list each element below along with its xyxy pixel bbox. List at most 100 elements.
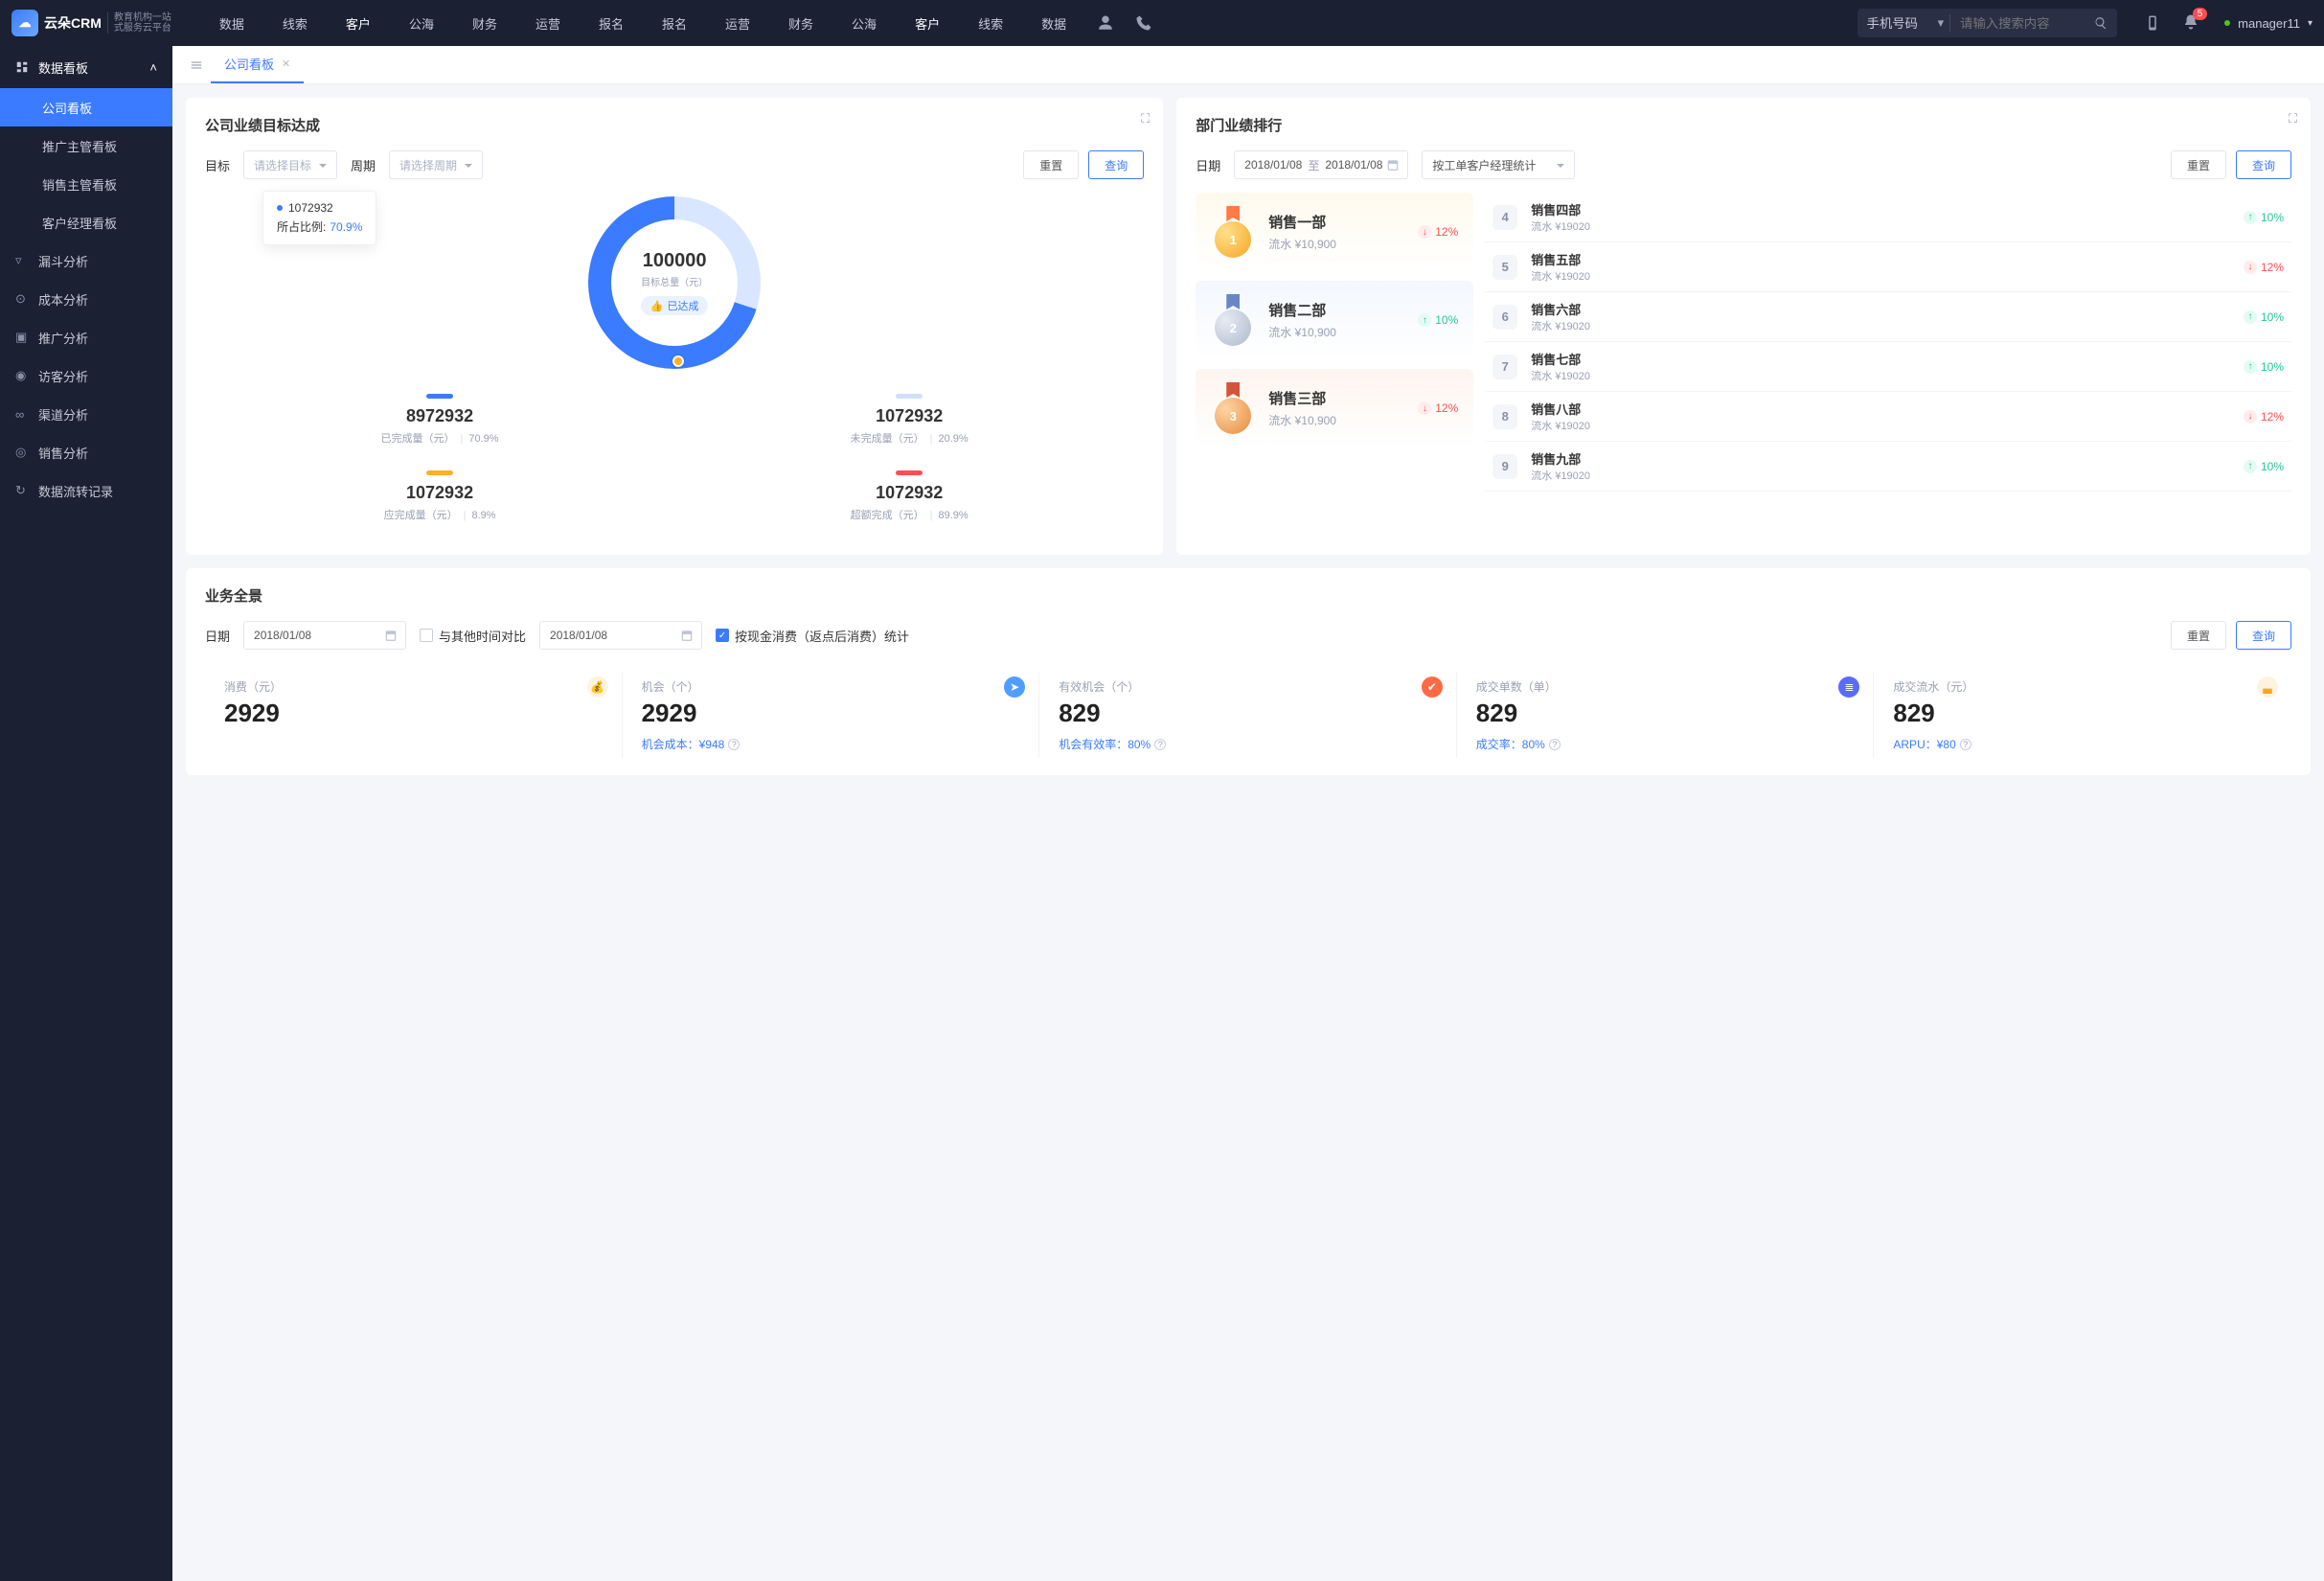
username: manager11 bbox=[2238, 16, 2300, 31]
medal-icon: 1 bbox=[1211, 206, 1255, 258]
rank-row: 8销售八部流水 ¥19020↓12% bbox=[1485, 392, 2291, 442]
nav-link[interactable]: 公海 bbox=[392, 0, 451, 46]
chevron-up-icon: ˄ bbox=[149, 60, 157, 75]
help-icon[interactable]: ? bbox=[1549, 739, 1561, 750]
arrow-up-icon: ↑ bbox=[2244, 360, 2257, 374]
sidebar-item[interactable]: ◉访客分析 bbox=[0, 356, 172, 395]
query-button[interactable]: 查询 bbox=[2236, 150, 2291, 179]
nav-link[interactable]: 数据 bbox=[1024, 0, 1083, 46]
kpi-cell: ≣成交单数（单）829成交率：80%? bbox=[1457, 673, 1875, 758]
top-extra-icons bbox=[1097, 14, 1152, 32]
card-company-target: ⛶ 公司业绩目标达成 目标 请选择目标 周期 请选择周期 重置 查询 bbox=[186, 98, 1163, 555]
donut-label: 目标总量（元） bbox=[641, 274, 708, 288]
podium-item: 3销售三部流水 ¥10,900↓12% bbox=[1196, 369, 1473, 447]
user-menu[interactable]: manager11 ▾ bbox=[2224, 16, 2313, 31]
sidebar-item[interactable]: ↻数据流转记录 bbox=[0, 471, 172, 510]
date-from-input[interactable]: 2018/01/08至2018/01/08 bbox=[1234, 150, 1408, 179]
nav-link[interactable]: 线索 bbox=[961, 0, 1020, 46]
help-icon[interactable]: ? bbox=[1960, 739, 1971, 750]
arrow-down-icon: ↓ bbox=[2244, 261, 2257, 274]
help-icon[interactable]: ? bbox=[728, 739, 740, 750]
sidebar-item[interactable]: ⊙成本分析 bbox=[0, 280, 172, 318]
query-button[interactable]: 查询 bbox=[1088, 150, 1144, 179]
sidebar-item[interactable]: ▿漏斗分析 bbox=[0, 241, 172, 280]
nav-link[interactable]: 客户 bbox=[898, 0, 957, 46]
notification-badge: 5 bbox=[2193, 8, 2208, 20]
close-icon[interactable]: ✕ bbox=[282, 57, 290, 70]
sidebar-item[interactable]: 销售主管看板 bbox=[0, 165, 172, 203]
search-button[interactable] bbox=[2085, 9, 2117, 37]
card-dept-rank: ⛶ 部门业绩排行 日期 2018/01/08至2018/01/08 按工单客户经… bbox=[1176, 98, 2311, 555]
brand-logo: ☁ 云朵CRM 教育机构一站 式服务云平台 bbox=[11, 10, 171, 36]
phone-icon[interactable] bbox=[1135, 14, 1152, 32]
help-icon[interactable]: ? bbox=[1154, 739, 1166, 750]
nav-link[interactable]: 线索 bbox=[265, 0, 325, 46]
reset-button[interactable]: 重置 bbox=[2171, 621, 2226, 650]
nav-link[interactable]: 财务 bbox=[455, 0, 514, 46]
status-dot bbox=[2224, 20, 2230, 26]
sidebar-item[interactable]: ∞渠道分析 bbox=[0, 395, 172, 433]
kpi-icon: ≣ bbox=[1838, 676, 1859, 698]
expand-icon[interactable]: ⛶ bbox=[1141, 111, 1150, 126]
nav-link[interactable]: 运营 bbox=[708, 0, 767, 46]
menu-icon: ⊙ bbox=[15, 291, 29, 307]
donut-value: 100000 bbox=[643, 250, 707, 272]
reset-button[interactable]: 重置 bbox=[1023, 150, 1079, 179]
date-input-2[interactable]: 2018/01/08 bbox=[539, 621, 702, 650]
notifications-button[interactable]: 5 bbox=[2182, 13, 2199, 34]
compare-checkbox[interactable]: 与其他时间对比 bbox=[420, 627, 526, 645]
kpi-icon: ▃ bbox=[2257, 676, 2278, 698]
arrow-up-icon: ↑ bbox=[2244, 211, 2257, 224]
rank-row: 5销售五部流水 ¥19020↓12% bbox=[1485, 242, 2291, 292]
nav-link[interactable]: 运营 bbox=[518, 0, 578, 46]
date-input-1[interactable]: 2018/01/08 bbox=[243, 621, 406, 650]
menu-icon: ▣ bbox=[15, 330, 29, 345]
arrow-down-icon: ↓ bbox=[2244, 410, 2257, 424]
nav-link[interactable]: 报名 bbox=[581, 0, 641, 46]
kpi-icon: ✔ bbox=[1422, 676, 1443, 698]
kpi-cell: ✔有效机会（个）829机会有效率：80%? bbox=[1039, 673, 1457, 758]
sidebar: 数据看板 ˄ 公司看板推广主管看板销售主管看板客户经理看板 ▿漏斗分析⊙成本分析… bbox=[0, 46, 172, 1581]
tabs-menu-icon[interactable] bbox=[182, 46, 211, 83]
sidebar-item[interactable]: ▣推广分析 bbox=[0, 318, 172, 356]
stat-mode-checkbox[interactable]: ✓按现金消费（返点后消费）统计 bbox=[716, 627, 909, 645]
card-title: 部门业绩排行 bbox=[1196, 115, 2291, 135]
nav-link[interactable]: 报名 bbox=[645, 0, 704, 46]
sidebar-item[interactable]: ◎销售分析 bbox=[0, 433, 172, 471]
kpi-cell: 💰消费（元）2929 bbox=[205, 673, 623, 758]
sidebar-item[interactable]: 推广主管看板 bbox=[0, 126, 172, 165]
card-business-overview: 业务全景 日期 2018/01/08 与其他时间对比 2018/01/08 ✓按… bbox=[186, 568, 2311, 775]
sidebar-item[interactable]: 客户经理看板 bbox=[0, 203, 172, 241]
nav-link[interactable]: 公海 bbox=[834, 0, 894, 46]
expand-icon[interactable]: ⛶ bbox=[2289, 111, 2297, 126]
mobile-icon[interactable] bbox=[2144, 14, 2161, 32]
reset-button[interactable]: 重置 bbox=[2171, 150, 2226, 179]
query-button[interactable]: 查询 bbox=[2236, 621, 2291, 650]
search-type-select[interactable]: 手机号码 bbox=[1857, 9, 1938, 37]
arrow-up-icon: ↑ bbox=[2244, 460, 2257, 473]
kpi-icon: ➤ bbox=[1004, 676, 1025, 698]
groupby-select[interactable]: 按工单客户经理统计 bbox=[1422, 150, 1575, 179]
metric-cell: 1072932未完成量（元）|20.9% bbox=[674, 394, 1144, 446]
medal-icon: 3 bbox=[1211, 382, 1255, 434]
menu-icon: ↻ bbox=[15, 483, 29, 498]
nav-link[interactable]: 数据 bbox=[202, 0, 262, 46]
chevron-down-icon: ▾ bbox=[2308, 18, 2313, 29]
goal-select[interactable]: 请选择目标 bbox=[243, 150, 337, 179]
user-icon[interactable] bbox=[1097, 14, 1114, 32]
card-title: 业务全景 bbox=[205, 585, 2291, 606]
label-date: 日期 bbox=[1196, 156, 1220, 174]
sidebar-item[interactable]: 公司看板 bbox=[0, 88, 172, 126]
rank-row: 7销售七部流水 ¥19020↑10% bbox=[1485, 342, 2291, 392]
period-select[interactable]: 请选择周期 bbox=[389, 150, 483, 179]
tab-company-board[interactable]: 公司看板 ✕ bbox=[211, 46, 304, 83]
kpi-cell: ▃成交流水（元）829ARPU：¥80? bbox=[1874, 673, 2291, 758]
nav-link[interactable]: 财务 bbox=[771, 0, 831, 46]
rank-row: 9销售九部流水 ¥19020↑10% bbox=[1485, 442, 2291, 492]
metric-cell: 1072932超额完成（元）|89.9% bbox=[674, 470, 1144, 522]
nav-link[interactable]: 客户 bbox=[329, 0, 388, 46]
search-input[interactable] bbox=[1950, 9, 2085, 37]
main-area: 公司看板 ✕ ⛶ 公司业绩目标达成 目标 请选择目标 周期 请选择周期 重置 bbox=[172, 46, 2324, 1581]
label-period: 周期 bbox=[351, 156, 376, 174]
sidebar-group-dashboard[interactable]: 数据看板 ˄ bbox=[0, 46, 172, 88]
